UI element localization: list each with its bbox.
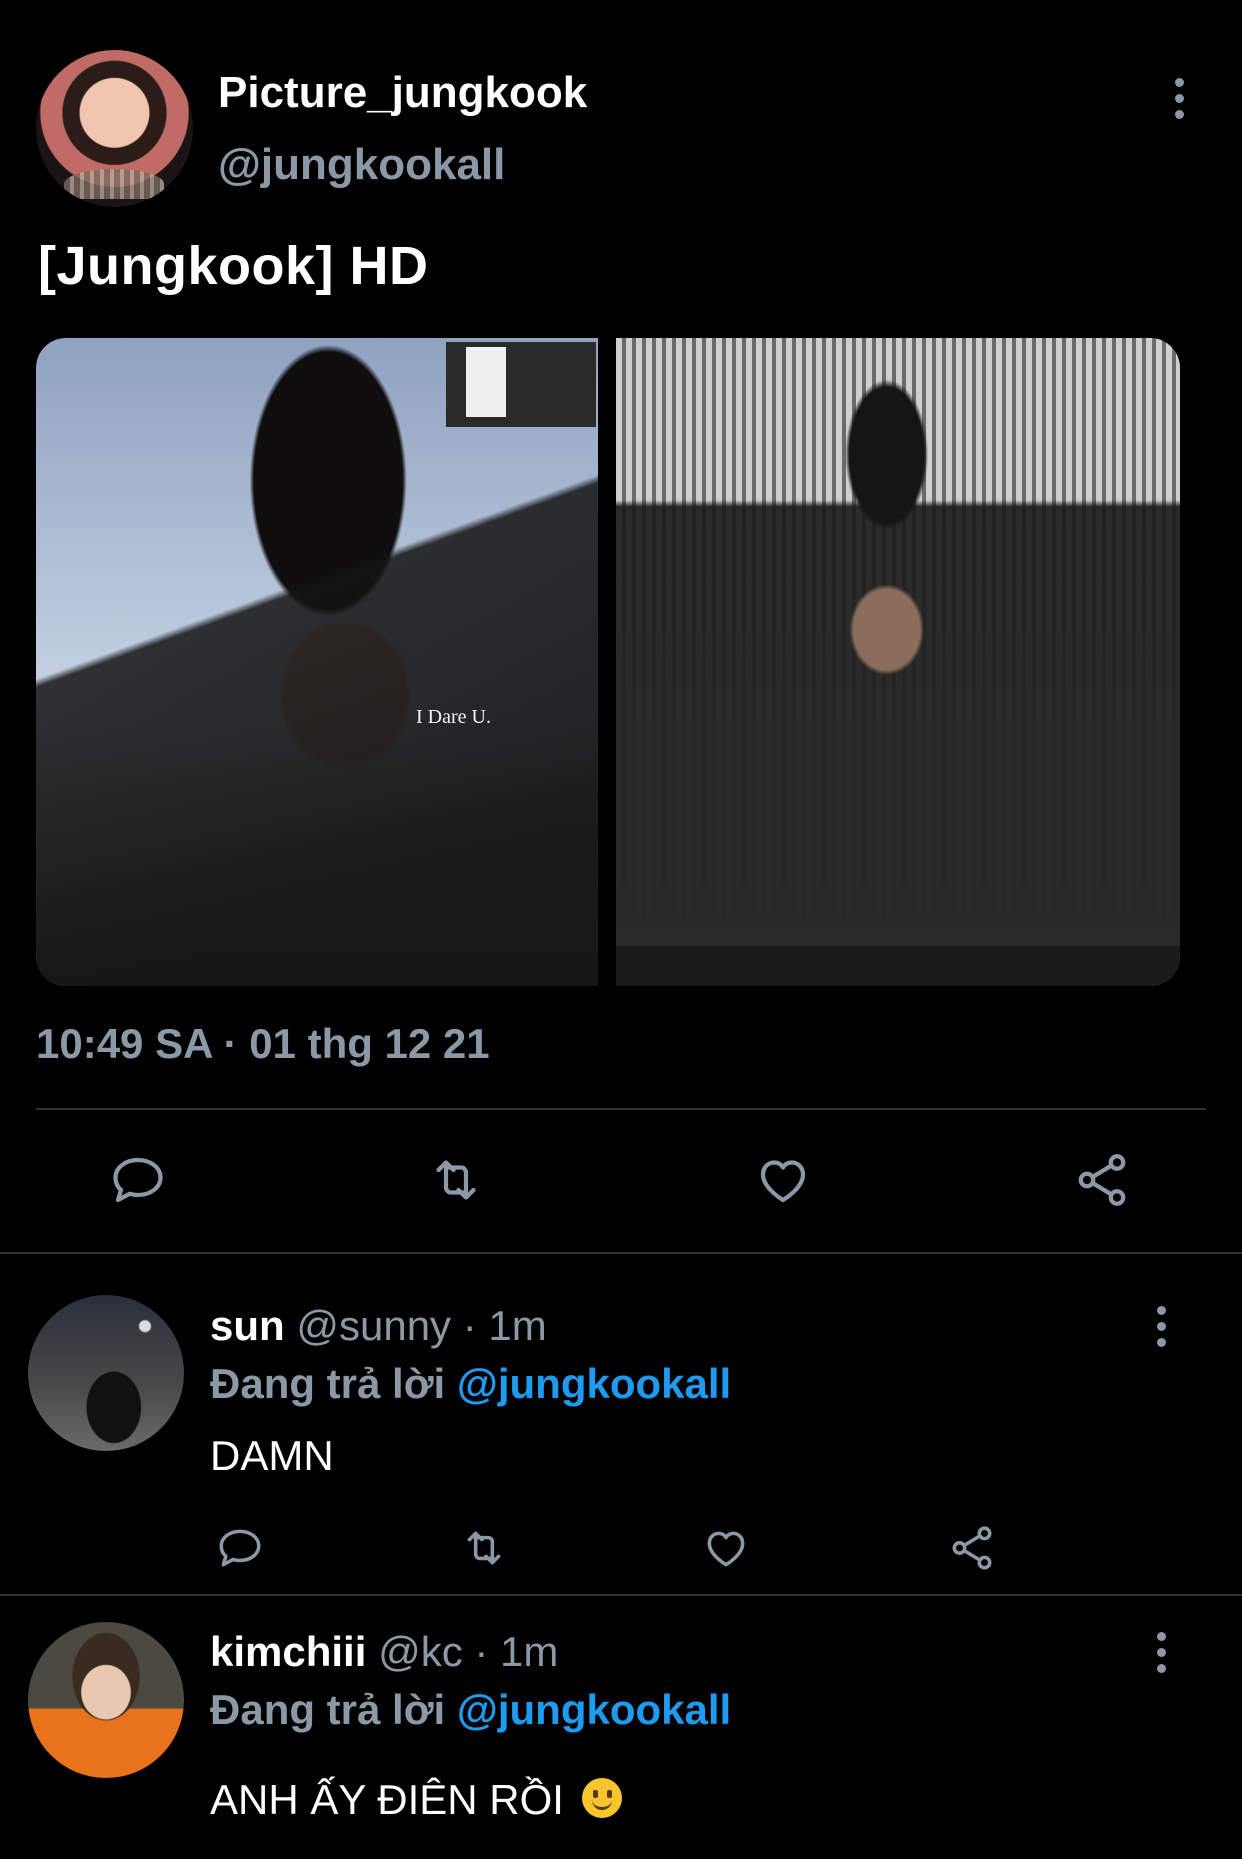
reply-avatar[interactable] <box>28 1622 184 1778</box>
retweet-icon[interactable] <box>454 1518 514 1578</box>
replying-to-prefix: Đang trả lời <box>210 1686 446 1733</box>
more-options-icon[interactable] <box>1146 1306 1176 1356</box>
author-display-name[interactable]: Picture_jungkook <box>218 68 587 118</box>
replying-to: Đang trả lời @jungkookall <box>210 1360 731 1408</box>
photo-backdrop-panel <box>446 342 596 427</box>
mention-link[interactable]: @jungkookall <box>457 1360 731 1407</box>
reply-display-name[interactable]: sun <box>210 1302 285 1349</box>
mention-link[interactable]: @jungkookall <box>457 1686 731 1733</box>
tweet-photo-1[interactable]: I Dare U. <box>36 338 598 986</box>
author-handle[interactable]: @jungkookall <box>218 140 505 190</box>
reply-avatar[interactable] <box>28 1295 184 1451</box>
reply-text-line: ANH ẤY ĐIÊN RỒI <box>210 1776 622 1824</box>
more-options-icon[interactable] <box>1164 78 1194 128</box>
reply-handle[interactable]: @kc <box>378 1628 463 1675</box>
tweet-media[interactable]: I Dare U. <box>36 338 1180 986</box>
retweet-icon[interactable] <box>426 1150 486 1210</box>
share-icon[interactable] <box>942 1518 1002 1578</box>
smiling-face-emoji-icon <box>581 1778 622 1818</box>
replying-to-prefix: Đang trả lời <box>210 1360 446 1407</box>
reply-display-name[interactable]: kimchiii <box>210 1628 366 1675</box>
divider <box>0 1594 1242 1596</box>
reply-time: · 1m <box>474 1628 559 1675</box>
reply-actions <box>210 1518 1110 1574</box>
more-options-icon[interactable] <box>1146 1632 1176 1682</box>
reply-handle[interactable]: @sunny <box>296 1302 451 1349</box>
photo-watermark-caption: I Dare U. <box>416 706 491 728</box>
tweet-text: [Jungkook] HD <box>38 236 429 296</box>
photo-stage-floor <box>616 946 1180 986</box>
reply-time: · 1m <box>462 1302 547 1349</box>
author-avatar[interactable] <box>36 50 193 207</box>
reply-text: DAMN <box>210 1432 334 1479</box>
replying-to: Đang trả lời @jungkookall <box>210 1686 731 1734</box>
reply-header: sun @sunny · 1m <box>210 1302 547 1350</box>
like-icon[interactable] <box>753 1150 813 1210</box>
divider <box>36 1108 1206 1110</box>
tweet-actions <box>36 1150 1206 1210</box>
share-icon[interactable] <box>1072 1150 1132 1210</box>
like-icon[interactable] <box>696 1518 756 1578</box>
reply-text: ANH ẤY ĐIÊN RỒI <box>210 1776 564 1823</box>
tweet-timestamp[interactable]: 10:49 SA · 01 thg 12 21 <box>36 1020 490 1068</box>
tweet-photo-2[interactable] <box>616 338 1180 986</box>
reply-icon[interactable] <box>210 1518 270 1578</box>
reply-header: kimchiii @kc · 1m <box>210 1628 558 1676</box>
reply-icon[interactable] <box>108 1150 168 1210</box>
divider <box>0 1252 1242 1254</box>
